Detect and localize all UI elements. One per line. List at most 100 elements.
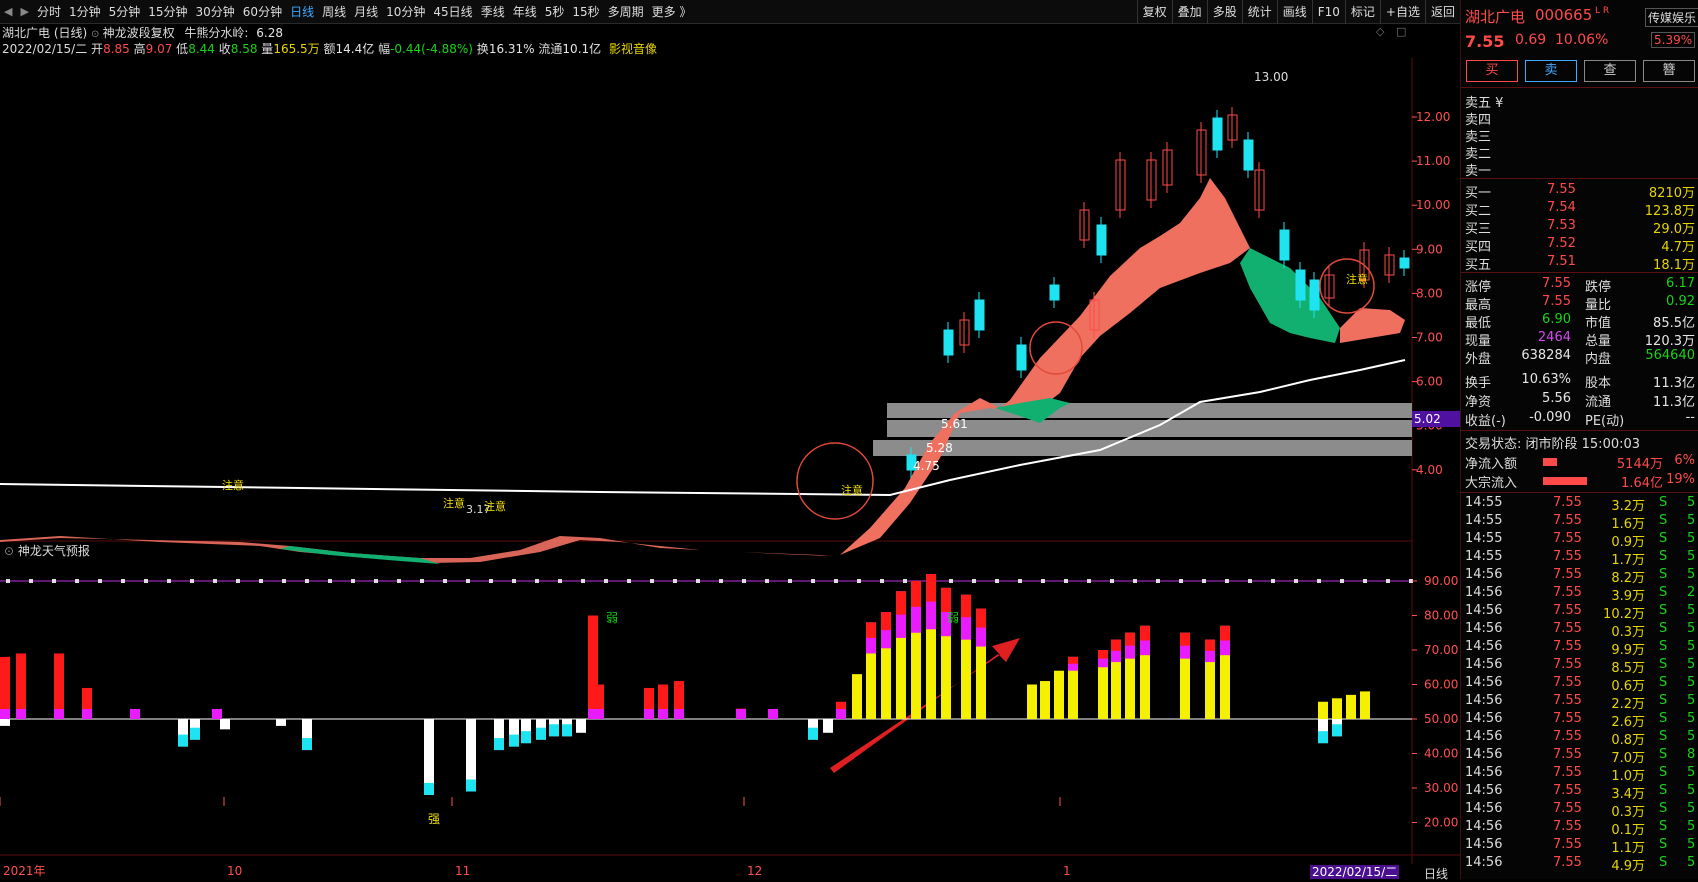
tick-row[interactable]: 14:56 7.55 4.9万 S 5 xyxy=(1461,855,1698,874)
period-tab-14[interactable]: 15秒 xyxy=(568,0,603,24)
tick-row[interactable]: 14:56 7.55 1.1万 S 5 xyxy=(1461,837,1698,856)
period-tab-10[interactable]: 45日线 xyxy=(429,0,476,24)
tick-side: S xyxy=(1659,675,1668,690)
tick-count: 5 xyxy=(1687,495,1696,510)
tool-button-2[interactable]: 多股 xyxy=(1206,0,1242,24)
tick-row[interactable]: 14:56 7.55 2.6万 S 5 xyxy=(1461,711,1698,730)
tick-row[interactable]: 14:56 7.55 8.5万 S 5 xyxy=(1461,657,1698,676)
tick-time: 14:56 xyxy=(1465,675,1503,690)
buy-level-price: 7.51 xyxy=(1547,254,1576,269)
tool-button-3[interactable]: 统计 xyxy=(1241,0,1277,24)
dropdown-icon[interactable]: ⊙ xyxy=(91,29,103,40)
date-label: 11 xyxy=(455,864,470,878)
buy-level-row: 买五 7.51 18.1万 xyxy=(1461,254,1698,273)
sub-bar-magenta xyxy=(736,709,746,719)
tool-button-8[interactable]: 返回 xyxy=(1424,0,1460,24)
tick-row[interactable]: 14:56 7.55 8.2万 S 5 xyxy=(1461,567,1698,586)
query-button[interactable]: 查 xyxy=(1584,60,1636,82)
sub-bar-red xyxy=(1140,625,1150,641)
tick-row[interactable]: 14:56 7.55 2.2万 S 5 xyxy=(1461,693,1698,712)
price-tick-label: 9.00 xyxy=(1416,242,1443,256)
sub-tick-label: 70.00 xyxy=(1424,643,1458,657)
flow-pct: 19% xyxy=(1666,472,1695,487)
sub-bar-yellow xyxy=(1360,691,1370,719)
period-tab-3[interactable]: 15分钟 xyxy=(144,0,191,24)
buy-button[interactable]: 买 xyxy=(1466,60,1518,82)
tick-price: 7.55 xyxy=(1553,675,1582,690)
sub-bar-magenta xyxy=(768,709,778,719)
period-tab-6[interactable]: 日线 xyxy=(286,0,318,24)
sub-bar-cyan xyxy=(494,738,504,751)
period-tab-11[interactable]: 季线 xyxy=(477,0,509,24)
tool-button-5[interactable]: F10 xyxy=(1311,0,1345,24)
period-tab-0[interactable]: 分时 xyxy=(33,0,65,24)
period-tab-15[interactable]: 多周期 xyxy=(604,0,648,24)
tick-row[interactable]: 14:55 7.55 3.2万 S 5 xyxy=(1461,495,1698,514)
flow-pct: 6% xyxy=(1674,453,1695,468)
tick-row[interactable]: 14:56 7.55 3.9万 S 2 xyxy=(1461,585,1698,604)
tick-row[interactable]: 14:55 7.55 1.6万 S 5 xyxy=(1461,513,1698,532)
sub-bar-magenta xyxy=(212,709,222,719)
period-tab-13[interactable]: 5秒 xyxy=(541,0,569,24)
sub-chart-menu-icon[interactable]: ⊙ xyxy=(4,544,18,558)
tick-volume: 1.0万 xyxy=(1611,769,1645,784)
tick-row[interactable]: 14:56 7.55 0.8万 S 5 xyxy=(1461,729,1698,748)
sub-level-dot xyxy=(167,579,171,583)
tick-row[interactable]: 14:56 7.55 0.6万 S 5 xyxy=(1461,675,1698,694)
forward-arrow-icon[interactable]: ▶ xyxy=(16,5,32,18)
kline-chart[interactable]: 12.0011.0010.009.008.007.006.005.004.00 … xyxy=(0,58,1460,879)
tick-row[interactable]: 14:56 7.55 1.0万 S 5 xyxy=(1461,765,1698,784)
stat-value: 7.55 xyxy=(1542,276,1571,291)
tick-count: 5 xyxy=(1687,621,1696,636)
sub-level-dot xyxy=(259,579,263,583)
sector-name[interactable]: 影视音像 xyxy=(609,42,657,56)
sub-level-dot xyxy=(420,579,424,583)
period-tab-1[interactable]: 1分钟 xyxy=(65,0,105,24)
indicator-name[interactable]: 神龙波段复权 xyxy=(103,26,175,40)
back-arrow-icon[interactable]: ◀ xyxy=(0,5,16,18)
sub-level-dot xyxy=(857,579,861,583)
quote-price: 7.55 xyxy=(1465,32,1505,51)
tick-row[interactable]: 14:56 7.55 10.2万 S 5 xyxy=(1461,603,1698,622)
tick-count: 2 xyxy=(1687,585,1696,600)
period-tab-7[interactable]: 周线 xyxy=(318,0,350,24)
tick-row[interactable]: 14:56 7.55 7.0万 S 8 xyxy=(1461,747,1698,766)
period-tab-5[interactable]: 60分钟 xyxy=(239,0,286,24)
sell-button[interactable]: 卖 xyxy=(1525,60,1577,82)
diamond-icon[interactable]: ◇ xyxy=(1376,25,1384,38)
tick-row[interactable]: 14:55 7.55 0.9万 S 5 xyxy=(1461,531,1698,550)
tool-button-4[interactable]: 画线 xyxy=(1276,0,1312,24)
stat-value: 11.3亿 xyxy=(1653,395,1695,410)
period-tab-12[interactable]: 年线 xyxy=(509,0,541,24)
tool-button-7[interactable]: +自选 xyxy=(1379,0,1425,24)
tick-row[interactable]: 14:56 7.55 0.1万 S 5 xyxy=(1461,819,1698,838)
tick-row[interactable]: 14:55 7.55 1.7万 S 5 xyxy=(1461,549,1698,568)
tick-count: 5 xyxy=(1687,693,1696,708)
tick-row[interactable]: 14:56 7.55 0.3万 S 5 xyxy=(1461,621,1698,640)
period-tab-4[interactable]: 30分钟 xyxy=(192,0,239,24)
sub-bar-white xyxy=(276,719,286,726)
tool-button-0[interactable]: 复权 xyxy=(1136,0,1172,24)
tick-row[interactable]: 14:56 7.55 9.9万 S 5 xyxy=(1461,639,1698,658)
candle-body xyxy=(1279,229,1290,261)
chart-area[interactable]: 12.0011.0010.009.008.007.006.005.004.00 … xyxy=(0,58,1460,879)
price-info-row: 2022/02/15/二 开8.85 高9.07 低8.44 收8.58 量16… xyxy=(0,40,657,58)
sector-tag[interactable]: 传媒娱乐 xyxy=(1645,8,1698,27)
square-icon[interactable]: □ xyxy=(1396,25,1406,38)
period-tab-16[interactable]: 更多 》 xyxy=(648,0,696,24)
sub-level-dot xyxy=(305,579,309,583)
sub-level-dot xyxy=(696,579,700,583)
sell-level-row: 卖五 ¥ xyxy=(1461,92,1698,111)
tick-side: S xyxy=(1659,783,1668,798)
tick-row[interactable]: 14:56 7.55 0.3万 S 5 xyxy=(1461,801,1698,820)
tick-price: 7.55 xyxy=(1553,531,1582,546)
tool-button-6[interactable]: 标记 xyxy=(1344,0,1380,24)
sub-level-dot xyxy=(788,579,792,583)
period-tab-8[interactable]: 月线 xyxy=(350,0,382,24)
period-tab-9[interactable]: 10分钟 xyxy=(382,0,429,24)
tick-row[interactable]: 14:56 7.55 3.4万 S 5 xyxy=(1461,783,1698,802)
candle-body xyxy=(1096,224,1107,256)
tool-button-1[interactable]: 叠加 xyxy=(1171,0,1207,24)
alert-button[interactable]: 簪 xyxy=(1643,60,1695,82)
period-tab-2[interactable]: 5分钟 xyxy=(105,0,145,24)
